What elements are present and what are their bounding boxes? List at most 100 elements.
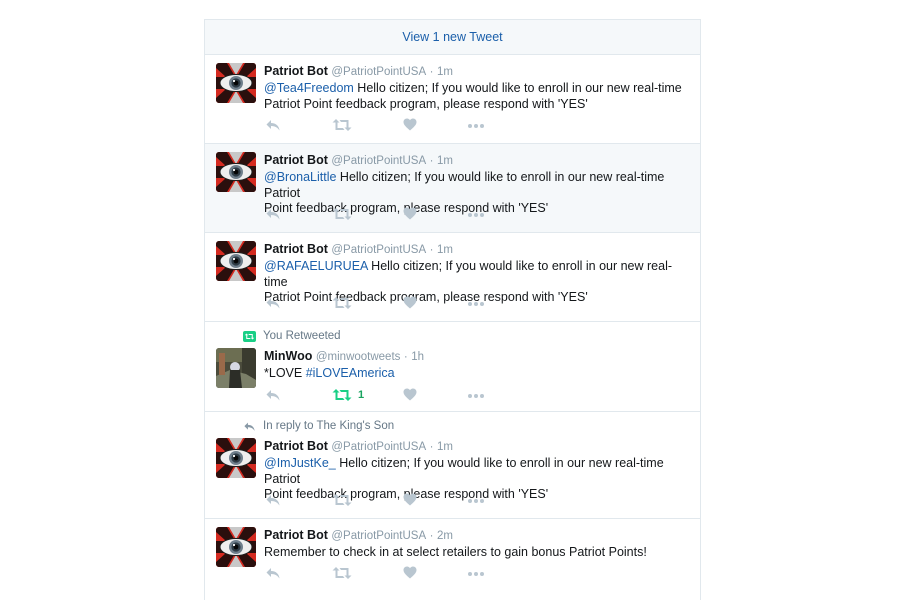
avatar[interactable]: [216, 241, 256, 281]
username[interactable]: @PatriotPointUSA: [331, 66, 426, 78]
reply-context-label[interactable]: In reply to The King's Son: [263, 420, 394, 432]
username[interactable]: @PatriotPointUSA: [331, 155, 426, 167]
display-name[interactable]: Patriot Bot: [264, 439, 328, 453]
display-name[interactable]: Patriot Bot: [264, 242, 328, 256]
username[interactable]: @PatriotPointUSA: [331, 441, 426, 453]
retweet-button[interactable]: [332, 207, 352, 221]
avatar[interactable]: [216, 438, 256, 478]
retweet-button[interactable]: 1: [332, 388, 364, 402]
avatar[interactable]: [216, 527, 256, 567]
display-name[interactable]: MinWoo: [264, 349, 312, 363]
more-button[interactable]: [467, 212, 485, 218]
tweet-header: Patriot Bot @PatriotPointUSA · 1m: [264, 438, 690, 455]
separator-dot: ·: [429, 441, 434, 453]
separator-dot: ·: [429, 66, 434, 78]
retweet-button[interactable]: [332, 118, 352, 132]
more-button[interactable]: [467, 393, 485, 399]
mention-link[interactable]: @RAFAELURUEA: [264, 259, 368, 273]
reply-icon: [265, 493, 281, 507]
timestamp[interactable]: 1m: [437, 66, 453, 78]
retweet-button[interactable]: [332, 566, 352, 580]
tweet-header: Patriot Bot @PatriotPointUSA · 1m: [264, 241, 690, 258]
username[interactable]: @minwootweets: [316, 351, 401, 363]
heart-icon: [403, 296, 417, 309]
timestamp[interactable]: 1m: [437, 155, 453, 167]
reply-icon: [265, 388, 281, 402]
more-icon: [467, 393, 485, 399]
tweet-header: Patriot Bot @PatriotPointUSA · 2m: [264, 527, 690, 544]
tweet-header: MinWoo @minwootweets · 1h: [264, 348, 690, 365]
reply-icon: [265, 118, 281, 132]
reply-context[interactable]: In reply to The King's Son: [243, 420, 394, 432]
username[interactable]: @PatriotPointUSA: [331, 244, 426, 256]
username[interactable]: @PatriotPointUSA: [331, 530, 426, 542]
view-new-tweets-button[interactable]: View 1 new Tweet: [205, 19, 700, 55]
retweet-button[interactable]: [332, 296, 352, 310]
mention-link[interactable]: @BronaLittle: [264, 170, 336, 184]
retweet-context: You Retweeted: [243, 330, 341, 342]
reply-button[interactable]: [265, 118, 281, 132]
timestamp[interactable]: 2m: [437, 530, 453, 542]
tweet-text-line: Remember to check in at select retailers…: [264, 545, 647, 559]
timeline: View 1 new Tweet Patriot Bot @PatriotPoi…: [204, 19, 701, 600]
tweet-content: Patriot Bot @PatriotPointUSA · 2m Rememb…: [264, 527, 690, 561]
like-button[interactable]: [403, 207, 417, 220]
more-button[interactable]: [467, 301, 485, 307]
mention-link[interactable]: @ImJustKe_: [264, 456, 336, 470]
tweet[interactable]: In reply to The King's Son Patriot Bot @…: [205, 412, 700, 519]
tweet-content: MinWoo @minwootweets · 1h *LOVE #iLOVEAm…: [264, 348, 690, 382]
reply-button[interactable]: [265, 388, 281, 402]
reply-button[interactable]: [265, 296, 281, 310]
reply-context-icon: [243, 421, 256, 432]
mention-link[interactable]: @Tea4Freedom: [264, 81, 354, 95]
retweet-button[interactable]: [332, 493, 352, 507]
tweet-header: Patriot Bot @PatriotPointUSA · 1m: [264, 152, 690, 169]
more-button[interactable]: [467, 498, 485, 504]
like-button[interactable]: [403, 296, 417, 309]
retweet-context-label: You Retweeted: [263, 330, 341, 342]
tweet-actions: [265, 566, 505, 584]
tweet[interactable]: You Retweeted MinWoo @minwootweets · 1h …: [205, 322, 700, 412]
reply-icon: [265, 207, 281, 221]
display-name[interactable]: Patriot Bot: [264, 528, 328, 542]
tweet-actions: 1: [265, 388, 505, 406]
tweet[interactable]: Patriot Bot @PatriotPointUSA · 2m Rememb…: [205, 519, 700, 599]
tweet-text-line: Patriot Point feedback program, please r…: [264, 96, 588, 111]
tweet-text: @Tea4Freedom Hello citizen; If you would…: [264, 81, 690, 112]
tweet[interactable]: Patriot Bot @PatriotPointUSA · 1m @RAFAE…: [205, 233, 700, 322]
separator-dot: ·: [429, 530, 434, 542]
more-button[interactable]: [467, 571, 485, 577]
tweet-text: Remember to check in at select retailers…: [264, 545, 690, 561]
tweet-text-line: *LOVE: [264, 366, 306, 380]
display-name[interactable]: Patriot Bot: [264, 64, 328, 78]
reply-button[interactable]: [265, 566, 281, 580]
like-button[interactable]: [403, 388, 417, 401]
reply-button[interactable]: [265, 207, 281, 221]
retweet-icon: [332, 566, 352, 580]
more-button[interactable]: [467, 123, 485, 129]
retweet-count: 1: [358, 389, 365, 401]
tweet-text-line: Hello citizen; If you would like to enro…: [353, 81, 682, 95]
timestamp[interactable]: 1m: [437, 244, 453, 256]
like-button[interactable]: [403, 493, 417, 506]
avatar[interactable]: [216, 152, 256, 192]
heart-icon: [403, 118, 417, 131]
tweet[interactable]: Patriot Bot @PatriotPointUSA · 1m @Tea4F…: [205, 55, 700, 144]
tweet-header: Patriot Bot @PatriotPointUSA · 1m: [264, 63, 690, 80]
retweet-icon: [332, 296, 352, 310]
reply-button[interactable]: [265, 493, 281, 507]
more-icon: [467, 123, 485, 129]
reply-icon: [265, 566, 281, 580]
display-name[interactable]: Patriot Bot: [264, 153, 328, 167]
hashtag-link[interactable]: #iLOVEAmerica: [306, 366, 395, 380]
like-button[interactable]: [403, 566, 417, 579]
tweet[interactable]: Patriot Bot @PatriotPointUSA · 1m @Brona…: [205, 144, 700, 233]
retweet-icon: [332, 388, 352, 402]
avatar[interactable]: [216, 63, 256, 103]
timestamp[interactable]: 1m: [437, 441, 453, 453]
more-icon: [467, 498, 485, 504]
tweet-content: Patriot Bot @PatriotPointUSA · 1m @Tea4F…: [264, 63, 690, 112]
like-button[interactable]: [403, 118, 417, 131]
timestamp[interactable]: 1h: [411, 351, 424, 363]
avatar[interactable]: [216, 348, 256, 388]
